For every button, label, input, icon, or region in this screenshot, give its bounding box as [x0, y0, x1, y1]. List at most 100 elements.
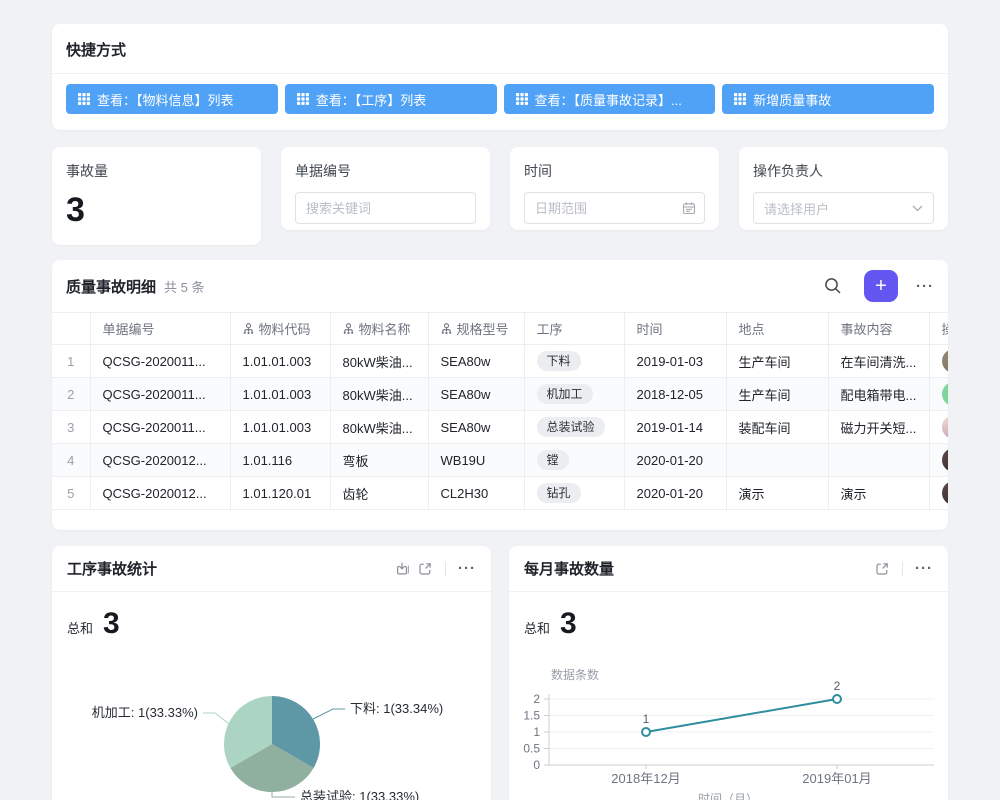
- cell-process: 钻孔: [524, 477, 624, 510]
- cell-content: [828, 444, 929, 477]
- cell-doc-number: QCSG-2020011...: [90, 378, 230, 411]
- view-material-list-button[interactable]: 查看：【物料信息】列表: [66, 84, 278, 114]
- table-row[interactable]: 4 QCSG-2020012... 1.01.116 弯板 WB19U 镗 20…: [52, 444, 948, 477]
- avatar: [942, 448, 949, 472]
- cell-row-number: 2: [52, 378, 90, 411]
- ellipsis-icon: ···: [916, 278, 934, 295]
- point-label: 2: [834, 679, 841, 693]
- grid-icon: [78, 93, 90, 105]
- filter-row: 事故量 3 单据编号 时间 操作负责人 请选择用户: [52, 147, 948, 245]
- cell-content: 配电箱带电...: [828, 378, 929, 411]
- download-icon: [395, 561, 411, 577]
- grid-icon: [516, 93, 528, 105]
- avatar: [942, 349, 949, 373]
- ellipsis-icon: ···: [915, 560, 933, 577]
- table-add-record-button[interactable]: +: [864, 270, 898, 302]
- x-tick-label: 2018年12月: [611, 771, 680, 786]
- sum-value: 3: [103, 609, 120, 639]
- expand-icon: [417, 561, 433, 577]
- time-filter-card: 时间: [510, 147, 719, 230]
- y-tick-label: 2: [533, 692, 540, 706]
- cell-row-number: 5: [52, 477, 90, 510]
- avatar: [942, 382, 949, 406]
- search-icon: [824, 277, 842, 295]
- table-header-bar: 质量事故明细 共 5 条 + ···: [52, 260, 948, 312]
- quality-accident-table-card: 质量事故明细 共 5 条 + ··· 单据编号 物料代码 物料名称: [52, 260, 948, 530]
- cell-doc-number: QCSG-2020011...: [90, 411, 230, 444]
- table-more-menu-button[interactable]: ···: [916, 278, 934, 295]
- expand-chart-button[interactable]: [417, 561, 433, 577]
- col-place: 地点: [726, 313, 828, 345]
- table-row[interactable]: 2 QCSG-2020011... 1.01.01.003 80kW柴油... …: [52, 378, 948, 411]
- pie-sum-row: 总和 3: [52, 592, 491, 639]
- col-date: 时间: [624, 313, 726, 345]
- cell-material-code: 1.01.01.003: [230, 411, 330, 444]
- cell-date: 2020-01-20: [624, 477, 726, 510]
- x-tick-label: 2019年01月: [802, 771, 871, 786]
- button-label: 查看：【工序】列表: [316, 90, 427, 109]
- pie-label: 机加工: 1(33.33%): [92, 705, 198, 720]
- operator-label: 操作负责人: [753, 161, 934, 181]
- expand-chart-button[interactable]: [874, 561, 890, 577]
- add-quality-accident-button[interactable]: 新增质量事故: [722, 84, 934, 114]
- cell-place: 演示: [726, 477, 828, 510]
- sum-value: 3: [560, 609, 577, 639]
- plus-icon: +: [875, 275, 887, 297]
- sum-label: 总和: [524, 618, 550, 637]
- avatar: [942, 415, 949, 439]
- table-row[interactable]: 5 QCSG-2020012... 1.01.120.01 齿轮 CL2H30 …: [52, 477, 948, 510]
- col-material-code: 物料代码: [230, 313, 330, 345]
- button-label: 查看：【质量事故记录】...: [535, 90, 682, 109]
- pie-label-line: [313, 709, 345, 719]
- table-search-button[interactable]: [824, 277, 842, 295]
- process-accident-stats-card: 工序事故统计 ··· 总和 3 下料: 1(33.34%)总装试验:: [52, 546, 491, 800]
- y-tick-label: 0.5: [523, 742, 540, 756]
- sum-label: 总和: [67, 618, 93, 637]
- cell-material-name: 弯板: [330, 444, 428, 477]
- cell-operator: [929, 444, 948, 477]
- cell-material-code: 1.01.116: [230, 444, 330, 477]
- cell-spec-model: WB19U: [428, 444, 524, 477]
- operator-select[interactable]: 请选择用户: [753, 192, 934, 224]
- cell-date: 2020-01-20: [624, 444, 726, 477]
- cell-material-name: 80kW柴油...: [330, 411, 428, 444]
- icon-divider: [445, 562, 446, 576]
- shortcuts-card: 快捷方式 查看：【物料信息】列表 查看：【工序】列表 查看：【质量事故记录】..…: [52, 24, 948, 130]
- doc-number-label: 单据编号: [295, 161, 476, 181]
- date-range-input[interactable]: [524, 192, 705, 224]
- pie-label: 下料: 1(33.34%): [350, 701, 443, 716]
- cell-row-number: 4: [52, 444, 90, 477]
- download-chart-button[interactable]: [395, 561, 411, 577]
- time-label: 时间: [524, 161, 705, 181]
- pie-slice: [224, 696, 272, 768]
- cell-material-code: 1.01.120.01: [230, 477, 330, 510]
- doc-number-filter-card: 单据编号: [281, 147, 490, 230]
- cell-spec-model: CL2H30: [428, 477, 524, 510]
- pie-more-menu-button[interactable]: ···: [458, 560, 476, 577]
- col-spec-model: 规格型号: [428, 313, 524, 345]
- col-content: 事故内容: [828, 313, 929, 345]
- relation-icon: [243, 323, 254, 335]
- operator-select-placeholder: 请选择用户: [764, 199, 829, 218]
- cell-operator: [929, 411, 948, 444]
- pie-slice: [230, 744, 313, 792]
- line-more-menu-button[interactable]: ···: [915, 560, 933, 577]
- table-row[interactable]: 1 QCSG-2020011... 1.01.01.003 80kW柴油... …: [52, 345, 948, 378]
- cell-content: 演示: [828, 477, 929, 510]
- cell-spec-model: SEA80w: [428, 345, 524, 378]
- process-badge: 镗: [537, 450, 569, 470]
- view-quality-records-button[interactable]: 查看：【质量事故记录】...: [504, 84, 716, 114]
- cell-material-name: 齿轮: [330, 477, 428, 510]
- dashboard-page: 快捷方式 查看：【物料信息】列表 查看：【工序】列表 查看：【质量事故记录】..…: [0, 0, 1000, 800]
- table-row[interactable]: 3 QCSG-2020011... 1.01.01.003 80kW柴油... …: [52, 411, 948, 444]
- pie-label: 总装试验: 1(33.33%): [300, 789, 419, 800]
- col-row-number: [52, 313, 90, 345]
- pie-card-header: 工序事故统计 ···: [52, 546, 491, 592]
- monthly-accident-count-card: 每月事故数量 ··· 总和 3 00.511.522018年12月2019年01…: [509, 546, 948, 800]
- col-process: 工序: [524, 313, 624, 345]
- view-process-list-button[interactable]: 查看：【工序】列表: [285, 84, 497, 114]
- avatar: [942, 481, 949, 505]
- cell-date: 2018-12-05: [624, 378, 726, 411]
- doc-number-search-input[interactable]: [295, 192, 476, 224]
- data-point: [642, 728, 650, 736]
